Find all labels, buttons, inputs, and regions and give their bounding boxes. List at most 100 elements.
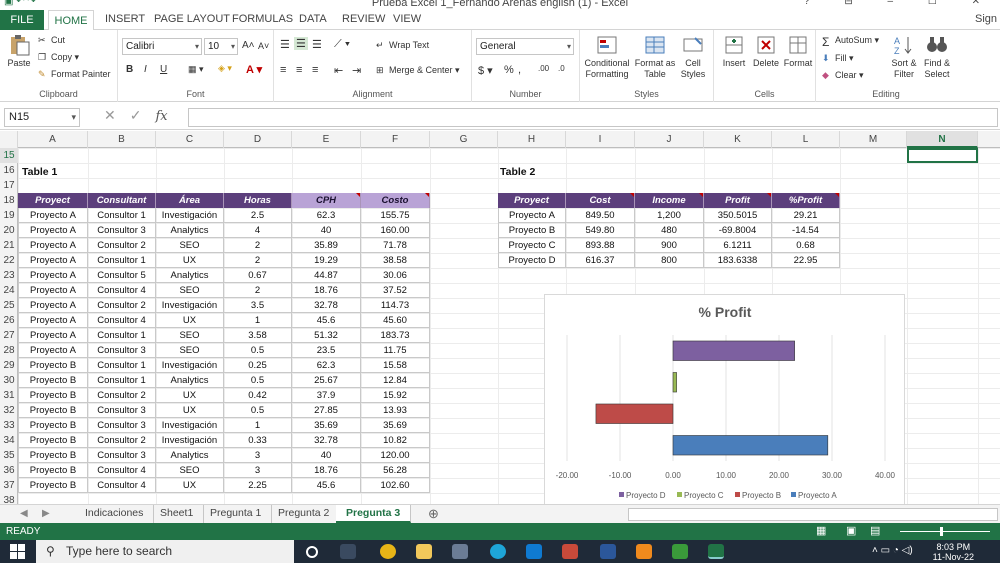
edge-icon[interactable] [490, 544, 506, 559]
table1-cell[interactable]: SEO [156, 463, 224, 478]
taskbar-search[interactable]: ⚲ Type here to search [36, 540, 294, 563]
table1-cell[interactable]: 160.00 [361, 223, 430, 238]
table2-cell[interactable]: 350.5015 [704, 208, 772, 223]
table2-cell[interactable]: Proyecto B [498, 223, 566, 238]
task-view-icon[interactable] [306, 546, 318, 558]
normal-view-icon[interactable]: ▦ [816, 523, 826, 540]
table1-cell[interactable]: SEO [156, 238, 224, 253]
sort-filter-button[interactable]: AZ Sort & Filter [888, 34, 920, 80]
row-header-24[interactable]: 24 [0, 283, 18, 298]
decrease-decimal-button[interactable]: .0 [558, 64, 565, 73]
table1-cell[interactable]: Proyecto A [18, 283, 88, 298]
table1-cell[interactable]: Proyecto A [18, 238, 88, 253]
table1-cell[interactable]: Consultor 4 [88, 283, 156, 298]
table2-cell[interactable]: 0.68 [772, 238, 840, 253]
windows-start-icon[interactable] [10, 544, 25, 559]
table1-cell[interactable]: 51.32 [292, 328, 361, 343]
grow-font-button[interactable]: A˄ [242, 40, 255, 51]
table1-cell[interactable]: Investigación [156, 433, 224, 448]
font-name-select[interactable]: Calibri [122, 38, 202, 55]
row-header-30[interactable]: 30 [0, 373, 18, 388]
table1-cell[interactable]: Consultor 5 [88, 268, 156, 283]
font-size-select[interactable]: 10 [204, 38, 238, 55]
table1-cell[interactable]: Proyecto B [18, 403, 88, 418]
table2-cell[interactable]: 183.6338 [704, 253, 772, 268]
table1-cell[interactable]: 114.73 [361, 298, 430, 313]
font-color-icon[interactable]: A ▾ [246, 63, 262, 76]
table1-cell[interactable]: UX [156, 388, 224, 403]
column-header-g[interactable]: G [430, 131, 498, 148]
table1-cell[interactable]: Consultor 2 [88, 238, 156, 253]
table1-cell[interactable]: 44.87 [292, 268, 361, 283]
delete-cells-button[interactable]: Delete [750, 34, 782, 69]
excel-icon[interactable] [708, 544, 724, 559]
row-header-15[interactable]: 15 [0, 148, 18, 163]
table1-cell[interactable]: 27.85 [292, 403, 361, 418]
table1-cell[interactable]: Proyecto A [18, 268, 88, 283]
table1-cell[interactable]: Proyecto B [18, 373, 88, 388]
table1-cell[interactable]: 2 [224, 283, 292, 298]
row-header-36[interactable]: 36 [0, 463, 18, 478]
clear-button[interactable]: ◆ Clear ▾ [822, 70, 864, 81]
file-explorer-icon[interactable] [416, 544, 432, 559]
column-header-d[interactable]: D [224, 131, 292, 148]
window-controls[interactable]: ? ⊟ – ☐ ✕ [804, 0, 996, 7]
row-header-35[interactable]: 35 [0, 448, 18, 463]
table1-cell[interactable]: Consultor 4 [88, 313, 156, 328]
table1-cell[interactable]: Proyecto A [18, 223, 88, 238]
table1-cell[interactable]: Consultor 1 [88, 358, 156, 373]
table1-cell[interactable]: Consultor 3 [88, 403, 156, 418]
table1-cell[interactable]: 62.3 [292, 358, 361, 373]
column-header-f[interactable]: F [361, 131, 430, 148]
table1-cell[interactable]: Consultor 3 [88, 343, 156, 358]
table1-cell[interactable]: 3 [224, 463, 292, 478]
table1-cell[interactable]: 183.73 [361, 328, 430, 343]
tab-view[interactable]: VIEW [393, 13, 421, 25]
table1-cell[interactable]: 2.5 [224, 208, 292, 223]
column-header-l[interactable]: L [772, 131, 840, 148]
table1-cell[interactable]: Consultor 4 [88, 463, 156, 478]
table1-cell[interactable]: Proyecto A [18, 343, 88, 358]
insert-function-icon[interactable]: fx [155, 109, 167, 124]
table1-cell[interactable]: 18.76 [292, 463, 361, 478]
table1-cell[interactable]: 18.76 [292, 283, 361, 298]
table1-cell[interactable]: 1 [224, 418, 292, 433]
table2-cell[interactable]: 22.95 [772, 253, 840, 268]
sheet-nav-next-icon[interactable]: ▶ [42, 508, 50, 519]
table1-cell[interactable]: 23.5 [292, 343, 361, 358]
row-header-18[interactable]: 18 [0, 193, 18, 208]
sheet-tab-pregunta-2[interactable]: Pregunta 2 [268, 505, 341, 523]
table2-cell[interactable]: 549.80 [566, 223, 635, 238]
table1-cell[interactable]: Analytics [156, 448, 224, 463]
table1-cell[interactable]: 0.5 [224, 403, 292, 418]
conditional-formatting-button[interactable]: Conditional Formatting [582, 34, 632, 80]
table1-cell[interactable]: 37.9 [292, 388, 361, 403]
row-header-27[interactable]: 27 [0, 328, 18, 343]
format-cells-button[interactable]: Format [782, 34, 814, 69]
table1-cell[interactable]: 0.5 [224, 373, 292, 388]
table1-cell[interactable]: Proyecto B [18, 433, 88, 448]
table1-cell[interactable]: 35.69 [292, 418, 361, 433]
table1-cell[interactable]: 30.06 [361, 268, 430, 283]
table1-cell[interactable]: 19.29 [292, 253, 361, 268]
table1-cell[interactable]: 3.5 [224, 298, 292, 313]
copy-button[interactable]: ❐ Copy ▾ [38, 52, 79, 63]
row-header-16[interactable]: 16 [0, 163, 18, 178]
table1-cell[interactable]: Consultor 1 [88, 328, 156, 343]
table2-cell[interactable]: 6.1211 [704, 238, 772, 253]
column-header-a[interactable]: A [18, 131, 88, 148]
table1-cell[interactable]: Analytics [156, 268, 224, 283]
page-layout-view-icon[interactable]: ▣ [846, 523, 856, 540]
table2-cell[interactable]: 893.88 [566, 238, 635, 253]
row-header-33[interactable]: 33 [0, 418, 18, 433]
row-header-34[interactable]: 34 [0, 433, 18, 448]
table1-cell[interactable]: Investigación [156, 358, 224, 373]
mail-icon[interactable] [526, 544, 542, 559]
table1-cell[interactable]: 15.58 [361, 358, 430, 373]
table1-cell[interactable]: 37.52 [361, 283, 430, 298]
fill-button[interactable]: ⬇ Fill ▾ [822, 53, 854, 64]
insert-cells-button[interactable]: Insert [718, 34, 750, 69]
align-center-icon[interactable]: ≡ [296, 64, 302, 76]
column-header-n[interactable]: N [907, 131, 978, 148]
table1-cell[interactable]: 155.75 [361, 208, 430, 223]
